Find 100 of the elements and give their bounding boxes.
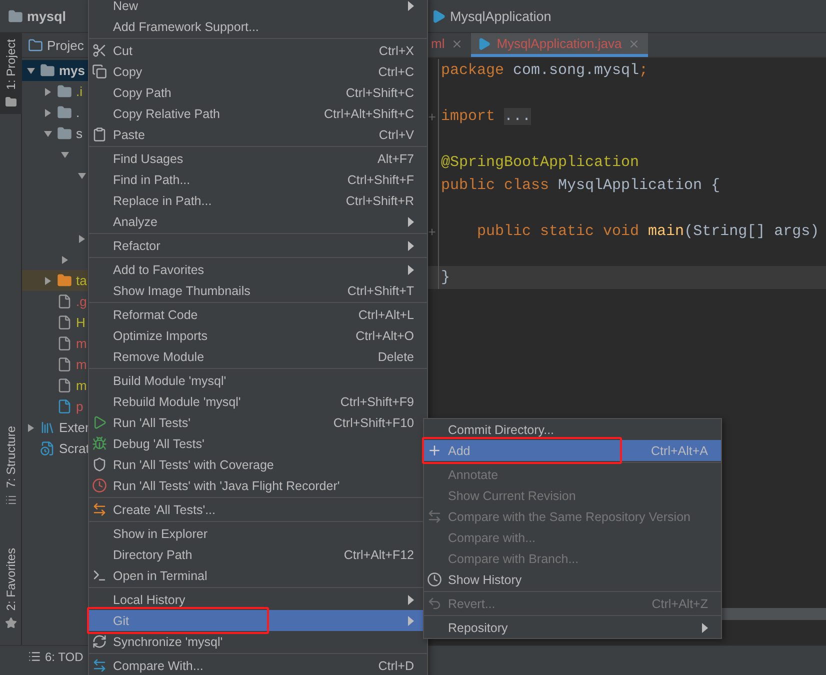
menu-item[interactable]: Refactor [89, 235, 427, 256]
collapsed-arrow-icon[interactable] [43, 276, 53, 286]
collapsed-arrow-icon[interactable] [43, 86, 53, 96]
collapsed-arrow-icon[interactable] [43, 108, 53, 118]
menu-item[interactable]: Add to Favorites [89, 259, 427, 280]
fold-icon[interactable] [426, 112, 436, 122]
code-line: public class MysqlApplication { [440, 177, 720, 194]
tool-window-tab[interactable]: 7: Structure [0, 420, 22, 512]
code-line: } [440, 269, 450, 286]
tool-window-tab[interactable]: 2: Favorites [0, 542, 22, 635]
close-icon[interactable] [450, 38, 463, 50]
shield-icon [92, 457, 107, 472]
file-icon [57, 294, 72, 309]
menu-item[interactable]: Find Usages Alt+F7 [89, 148, 427, 169]
menu-item[interactable]: Run 'All Tests' Ctrl+Shift+F10 [89, 412, 427, 433]
menu-item[interactable]: Synchronize 'mysql' [89, 631, 427, 652]
panel-title[interactable]: Projec [47, 38, 84, 52]
menu-item[interactable]: Create 'All Tests'... [89, 499, 427, 520]
menu-item[interactable]: Compare With... Ctrl+D [89, 655, 427, 675]
plus-icon [427, 443, 442, 458]
scratch-icon [40, 441, 55, 456]
list-icon [28, 650, 41, 663]
tree-item[interactable]: Exter [59, 420, 90, 435]
menu-item[interactable]: Copy Relative Path Ctrl+Alt+Shift+C [89, 103, 427, 124]
arrows-icon [427, 509, 442, 524]
star-icon [4, 617, 16, 629]
menu-item[interactable]: Add Framework Support... [89, 16, 427, 37]
copy-icon [92, 64, 107, 79]
fold-icon[interactable] [426, 226, 436, 236]
arrows-icon [92, 658, 107, 673]
folder-icon [57, 84, 72, 99]
file-icon [57, 357, 72, 372]
menu-item[interactable]: Debug 'All Tests' [89, 433, 427, 454]
menu-item[interactable]: New [89, 0, 427, 16]
undo-icon [427, 596, 442, 611]
code-line: package com.song.mysql; [440, 62, 648, 79]
breadcrumb[interactable]: MysqlApplication [450, 8, 552, 24]
tree-item[interactable]: ta [76, 273, 87, 288]
folder-icon [57, 105, 72, 120]
tool-window-tab[interactable]: 1: Project [0, 33, 22, 114]
menu-item[interactable]: Rebuild Module 'mysql' Ctrl+Shift+F9 [89, 391, 427, 412]
project-icon [28, 38, 43, 52]
tree-item[interactable]: s [76, 126, 82, 141]
menu-item[interactable]: Repository [424, 617, 721, 638]
folder-icon [4, 96, 16, 108]
menu-item[interactable]: Show Image Thumbnails Ctrl+Shift+T [89, 280, 427, 301]
collapsed-arrow-icon[interactable] [26, 422, 36, 432]
expanded-arrow-icon[interactable] [26, 66, 36, 76]
refresh-icon [92, 634, 107, 649]
clock-icon [92, 478, 107, 493]
terminal-icon [92, 568, 107, 583]
module-folder-icon [8, 8, 23, 24]
code-line: import ... [440, 108, 532, 125]
tree-item[interactable]: .i [76, 84, 82, 99]
menu-item[interactable]: Optimize Imports Ctrl+Alt+O [89, 325, 427, 346]
clock-icon [427, 572, 442, 587]
menu-item[interactable]: Paste Ctrl+V [89, 124, 427, 145]
tree-item[interactable]: m [76, 378, 87, 393]
tree-item[interactable]: mys [59, 63, 86, 78]
menu-item[interactable]: Directory Path Ctrl+Alt+F12 [89, 544, 427, 565]
collapsed-arrow-icon[interactable] [77, 234, 87, 244]
menu-item[interactable]: Analyze [89, 211, 427, 232]
menu-item[interactable]: Copy Path Ctrl+Shift+C [89, 82, 427, 103]
menu-item[interactable]: Copy Ctrl+C [89, 61, 427, 82]
menu-item[interactable]: Run 'All Tests' with 'Java Flight Recorder' [89, 475, 427, 496]
tool-window-button[interactable]: 6: TOD [45, 650, 84, 664]
menu-item[interactable]: Show in Explorer [89, 523, 427, 544]
class-icon [476, 36, 491, 50]
tree-item[interactable]: . [76, 105, 80, 120]
expanded-arrow-icon[interactable] [77, 170, 87, 180]
library-icon [40, 420, 55, 435]
menu-item[interactable]: Local History [89, 589, 427, 610]
menu-item[interactable]: Show History [424, 569, 721, 590]
file-icon [57, 336, 72, 351]
file-icon [57, 378, 72, 393]
bug-icon [92, 436, 107, 451]
menu-item[interactable]: Cut Ctrl+X [89, 40, 427, 61]
expanded-arrow-icon[interactable] [60, 150, 70, 160]
menu-item[interactable]: Commit Directory... [424, 419, 721, 440]
clipboard-icon [92, 127, 107, 142]
play-icon [92, 415, 107, 430]
menu-item[interactable]: Replace in Path... Ctrl+Shift+R [89, 190, 427, 211]
collapsed-arrow-icon[interactable] [60, 254, 70, 264]
tree-item[interactable]: Scrat [59, 441, 90, 456]
module-folder-icon [40, 63, 55, 78]
arrows-icon [92, 502, 107, 517]
menu-item[interactable]: Find in Path... Ctrl+Shift+F [89, 169, 427, 190]
menu-item[interactable]: Reformat Code Ctrl+Alt+L [89, 304, 427, 325]
file-icon [57, 315, 72, 330]
class-icon [431, 8, 446, 24]
menu-item[interactable]: Run 'All Tests' with Coverage [89, 454, 427, 475]
code-line: public static void main(String[] args) [476, 223, 820, 240]
scissors-icon [92, 43, 107, 58]
folder-icon [57, 273, 72, 288]
tree-item[interactable]: H [76, 315, 86, 330]
menu-item[interactable]: Build Module 'mysql' [89, 370, 427, 391]
breadcrumb[interactable]: mysql [27, 8, 66, 24]
menu-item[interactable]: Remove Module Delete [89, 346, 427, 367]
menu-item[interactable]: Open in Terminal [89, 565, 427, 586]
expanded-arrow-icon[interactable] [43, 128, 53, 138]
